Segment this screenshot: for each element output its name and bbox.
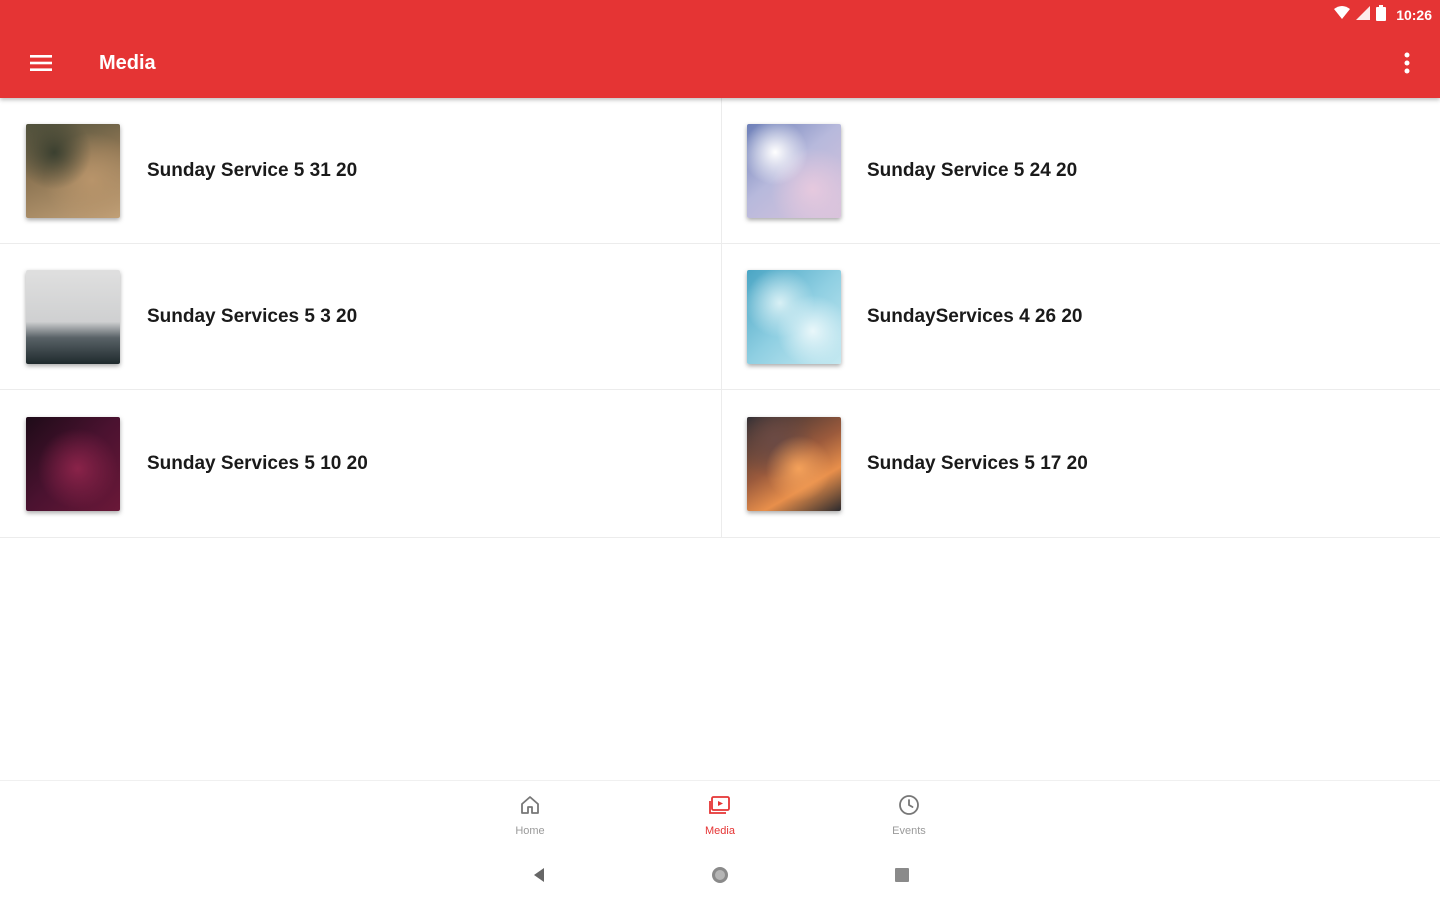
page-title: Media	[99, 52, 156, 74]
nav-item-home[interactable]: Home	[490, 793, 570, 837]
media-thumbnail	[747, 416, 841, 511]
nav-item-events[interactable]: Events	[869, 793, 949, 837]
more-vert-icon[interactable]	[1392, 44, 1422, 82]
media-item-title: Sunday Services 5 10 20	[147, 452, 368, 474]
app-bar: 10:26 Media	[0, 0, 1440, 98]
nav-label-events: Events	[892, 825, 926, 837]
media-item[interactable]: SundayServices 4 26 20	[722, 244, 1440, 390]
media-item-title: SundayServices 4 26 20	[867, 305, 1083, 327]
media-item-title: Sunday Services 5 17 20	[867, 452, 1088, 474]
media-thumbnail	[747, 123, 841, 218]
media-item-title: Sunday Service 5 31 20	[147, 159, 358, 181]
home-circle-icon[interactable]	[705, 860, 735, 890]
media-item[interactable]: Sunday Service 5 31 20	[0, 98, 722, 244]
media-item[interactable]: Sunday Services 5 3 20	[0, 244, 722, 390]
nav-label-media: Media	[705, 825, 735, 837]
nav-label-home: Home	[515, 825, 545, 837]
media-thumbnail	[26, 416, 120, 511]
bottom-navigation: Home Media Events	[0, 780, 1440, 842]
media-thumbnail	[26, 123, 120, 218]
media-thumbnail	[26, 269, 120, 364]
media-grid: Sunday Service 5 31 20 Sunday Service 5 …	[0, 98, 1440, 540]
nav-item-media[interactable]: Media	[680, 793, 760, 837]
status-bar: 10:26	[1334, 4, 1432, 26]
media-item-title: Sunday Service 5 24 20	[867, 159, 1078, 181]
system-navigation-bar	[0, 846, 1440, 900]
signal-icon	[1356, 5, 1371, 25]
clock-icon	[897, 793, 921, 822]
media-item[interactable]: Sunday Services 5 10 20	[0, 390, 722, 538]
media-item[interactable]: Sunday Services 5 17 20	[722, 390, 1440, 538]
media-thumbnail	[747, 269, 841, 364]
back-icon[interactable]	[524, 860, 554, 890]
recents-icon[interactable]	[887, 860, 917, 890]
home-icon	[518, 793, 542, 822]
wifi-icon	[1334, 5, 1351, 25]
status-time: 10:26	[1396, 7, 1432, 23]
media-item[interactable]: Sunday Service 5 24 20	[722, 98, 1440, 244]
hamburger-menu-icon[interactable]	[22, 44, 60, 82]
media-item-title: Sunday Services 5 3 20	[147, 305, 358, 327]
media-icon	[708, 793, 732, 822]
battery-icon	[1376, 4, 1387, 26]
